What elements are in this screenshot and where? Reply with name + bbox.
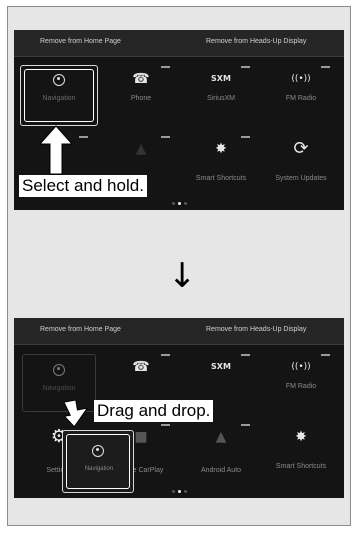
siriusxm-icon: SXM	[211, 362, 231, 371]
remove-from-hud-button[interactable]: Remove from Heads-Up Display	[206, 326, 306, 333]
tile-phone[interactable]: ☎ Phone	[106, 64, 176, 126]
tile-fm-radio[interactable]: ((•)) FM Radio	[266, 64, 336, 126]
smart-shortcuts-icon: ✸	[215, 141, 227, 157]
remove-icon[interactable]	[241, 354, 250, 356]
tile-label: FM Radio	[285, 383, 317, 390]
phone-icon: ☎	[132, 359, 150, 375]
down-arrow-icon: ↓	[168, 256, 197, 296]
header-bar: Remove from Home Page Remove from Heads-…	[14, 318, 344, 345]
android-auto-icon: ▲	[215, 429, 227, 445]
tile-label: System Updates	[275, 175, 327, 182]
tile-smart-shortcuts[interactable]: ✸ Smart Shortcuts	[266, 422, 336, 484]
remove-icon[interactable]	[321, 66, 330, 68]
dragged-tile-label: Navigation	[84, 466, 114, 472]
tile-label: Navigation	[42, 385, 76, 392]
tile-android-auto[interactable]: ▲ Android Auto	[186, 422, 256, 484]
system-updates-icon: ⟳	[293, 138, 309, 159]
selection-outline-inner	[24, 69, 94, 122]
tile-system-updates[interactable]: ⟳ System Updates	[266, 134, 336, 196]
tile-label: FM Radio	[285, 95, 317, 102]
page-indicator	[14, 202, 344, 205]
tile-label: Phone	[130, 95, 152, 102]
remove-icon[interactable]	[79, 136, 88, 138]
tile-siriusxm[interactable]: SXM SiriusXM	[186, 64, 256, 126]
page-dot	[183, 490, 187, 493]
page-dot	[183, 202, 187, 205]
smart-shortcuts-icon: ✸	[295, 429, 307, 445]
page-dot	[171, 490, 175, 493]
page-dot	[171, 202, 175, 205]
phone-icon: ☎	[132, 71, 150, 87]
drag-and-drop-caption: Drag and drop.	[94, 400, 214, 422]
fm-radio-icon: ((•))	[291, 74, 311, 84]
navigation-icon	[53, 364, 65, 376]
header-bar: Remove from Home Page Remove from Heads-…	[14, 30, 344, 57]
remove-from-hud-button[interactable]: Remove from Heads-Up Display	[206, 38, 306, 45]
tile-fm-radio[interactable]: ((•)) FM Radio	[266, 352, 336, 414]
fm-radio-icon: ((•))	[291, 362, 311, 372]
page-dot-active	[177, 202, 181, 205]
remove-from-home-page-button[interactable]: Remove from Home Page	[40, 38, 121, 45]
tile-label: Smart Shortcuts	[275, 463, 327, 470]
up-arrow-icon	[38, 125, 74, 175]
remove-icon[interactable]	[241, 66, 250, 68]
remove-icon[interactable]	[161, 354, 170, 356]
dragged-tile-navigation[interactable]: Navigation	[66, 434, 130, 489]
page-dot-active	[177, 490, 181, 493]
remove-icon[interactable]	[241, 424, 250, 426]
tile-label: Android Auto	[200, 467, 242, 474]
tile-smart-shortcuts[interactable]: ✸ Smart Shortcuts	[186, 134, 256, 196]
android-auto-icon: ▲	[135, 141, 147, 157]
navigation-icon	[92, 445, 104, 457]
remove-icon[interactable]	[161, 136, 170, 138]
remove-icon[interactable]	[161, 424, 170, 426]
remove-from-home-page-button[interactable]: Remove from Home Page	[40, 326, 121, 333]
remove-icon[interactable]	[321, 354, 330, 356]
drag-arrow-icon	[63, 399, 89, 428]
remove-icon[interactable]	[161, 66, 170, 68]
remove-icon[interactable]	[241, 136, 250, 138]
select-and-hold-caption: Select and hold.	[19, 175, 147, 197]
tile-label: SiriusXM	[206, 95, 235, 102]
siriusxm-icon: SXM	[211, 74, 231, 83]
tile-label: Smart Shortcuts	[195, 175, 247, 182]
